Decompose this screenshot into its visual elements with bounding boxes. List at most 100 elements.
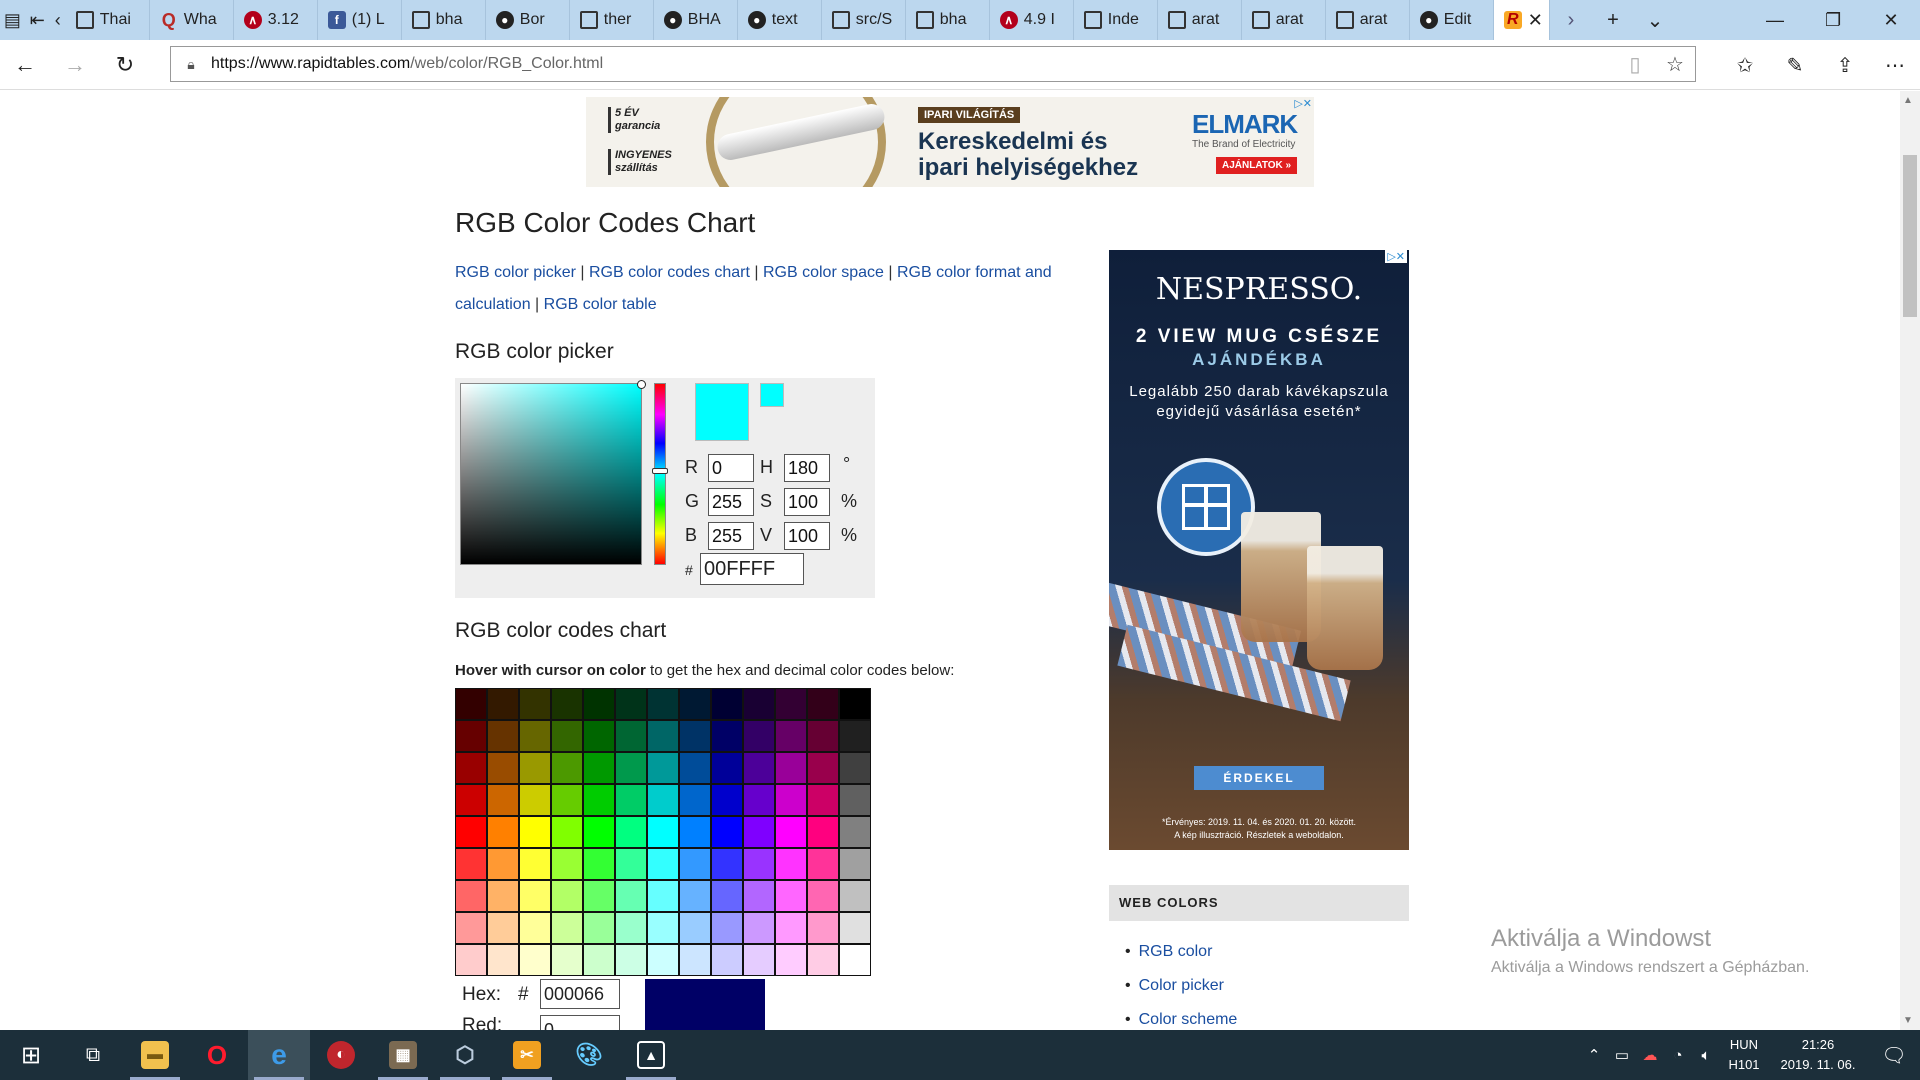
color-cell[interactable] [551,752,583,784]
color-cell[interactable] [775,848,807,880]
color-cell[interactable] [551,816,583,848]
tab-13[interactable]: arat [1158,0,1242,40]
color-cell[interactable] [615,720,647,752]
color-cell[interactable] [551,944,583,976]
color-cell[interactable] [455,816,487,848]
tab-0[interactable]: Thai [66,0,150,40]
color-cell[interactable] [519,816,551,848]
color-cell[interactable] [839,944,871,976]
lock-icon[interactable]: 🔒︎ [171,56,211,73]
color-cell[interactable] [679,784,711,816]
url-text[interactable]: https://www.rapidtables.com/web/color/RG… [211,55,603,73]
favorites-hub-icon[interactable]: ✩ [1720,40,1770,90]
color-cell[interactable] [775,944,807,976]
color-cell[interactable] [711,912,743,944]
color-cell[interactable] [807,848,839,880]
color-cell[interactable] [807,688,839,720]
color-cell[interactable] [519,720,551,752]
color-cell[interactable] [839,688,871,720]
color-cell[interactable] [487,784,519,816]
color-cell[interactable] [839,720,871,752]
color-cell[interactable] [487,720,519,752]
color-cell[interactable] [519,848,551,880]
color-cell[interactable] [583,880,615,912]
opera-icon[interactable]: O [186,1030,248,1080]
tab-16[interactable]: ● Edit [1410,0,1494,40]
color-cell[interactable] [743,752,775,784]
link-rgb-color-codes-chart[interactable]: RGB color codes chart [589,264,750,281]
color-cell[interactable] [583,848,615,880]
color-cell[interactable] [711,880,743,912]
color-cell[interactable] [711,816,743,848]
color-cell[interactable] [519,784,551,816]
color-cell[interactable] [775,720,807,752]
color-cell[interactable] [647,688,679,720]
color-cell[interactable] [807,752,839,784]
color-cell[interactable] [583,912,615,944]
color-cell[interactable] [775,752,807,784]
color-cell[interactable] [615,688,647,720]
ad-close-icon[interactable]: ▷✕ [1294,97,1312,110]
color-cell[interactable] [775,688,807,720]
s-input[interactable]: 100 [784,488,830,516]
sidebar-link-rgb-color[interactable]: • RGB color [1125,943,1212,961]
color-cell[interactable] [487,688,519,720]
notes-pen-icon[interactable]: ✎ [1770,40,1820,90]
selected-red-field[interactable]: 0 [540,1015,620,1030]
sidebar-link-label[interactable]: RGB color [1139,943,1213,960]
hue-handle[interactable] [652,468,668,474]
forward-icon[interactable]: → [50,40,100,90]
color-cell[interactable] [615,944,647,976]
color-cell[interactable] [743,688,775,720]
color-cell[interactable] [679,912,711,944]
color-cell[interactable] [455,720,487,752]
color-cell[interactable] [647,880,679,912]
color-cell[interactable] [839,848,871,880]
volume-icon[interactable]: 🔈︎ [1692,1047,1720,1064]
color-cell[interactable] [743,880,775,912]
tab-2[interactable]: ∧ 3.12 [234,0,318,40]
selected-hex-field[interactable]: 000066 [540,979,620,1009]
color-cell[interactable] [455,848,487,880]
color-cell[interactable] [487,944,519,976]
task-view-icon[interactable]: ⧉ [62,1030,124,1080]
saturation-value-area[interactable] [460,380,646,565]
minimize-icon[interactable]: — [1746,0,1804,40]
color-cell[interactable] [487,848,519,880]
tab-3[interactable]: f (1) L [318,0,402,40]
close-window-icon[interactable]: ✕ [1862,0,1920,40]
color-cell[interactable] [583,688,615,720]
tab-actions-icon[interactable]: ▤ [0,0,25,40]
scroll-up-icon[interactable]: ▲ [1903,95,1913,106]
color-cell[interactable] [647,944,679,976]
color-cell[interactable] [455,784,487,816]
color-cell[interactable] [551,688,583,720]
color-cell[interactable] [519,880,551,912]
color-cell[interactable] [519,944,551,976]
b-input[interactable]: 255 [708,522,754,550]
color-cell[interactable] [551,848,583,880]
sv-cursor[interactable] [637,380,646,389]
color-cell[interactable] [679,944,711,976]
color-cell[interactable] [839,784,871,816]
color-cell[interactable] [487,912,519,944]
color-cell[interactable] [487,880,519,912]
paint-icon[interactable]: 🎨︎ [558,1030,620,1080]
file-explorer-icon[interactable]: ▬ [124,1030,186,1080]
color-cell[interactable] [615,784,647,816]
ad-offers-button[interactable]: AJÁNLATOK » [1216,157,1298,174]
tab-4[interactable]: bha [402,0,486,40]
color-cell[interactable] [519,912,551,944]
clock[interactable]: 21:26 2019. 11. 06. [1768,1035,1868,1075]
color-cell[interactable] [711,848,743,880]
color-cell[interactable] [647,720,679,752]
set-aside-tabs-icon[interactable]: ⇤ [25,0,50,40]
tab-15[interactable]: arat [1326,0,1410,40]
more-menu-icon[interactable]: ⋯ [1870,40,1920,90]
tab-14[interactable]: arat [1242,0,1326,40]
close-tab-icon[interactable]: ✕ [1528,10,1543,31]
color-cell[interactable] [647,752,679,784]
color-cell[interactable] [743,912,775,944]
tray-chevron-up-icon[interactable]: ⌃ [1580,1046,1608,1064]
tab-5[interactable]: ● Bor [486,0,570,40]
